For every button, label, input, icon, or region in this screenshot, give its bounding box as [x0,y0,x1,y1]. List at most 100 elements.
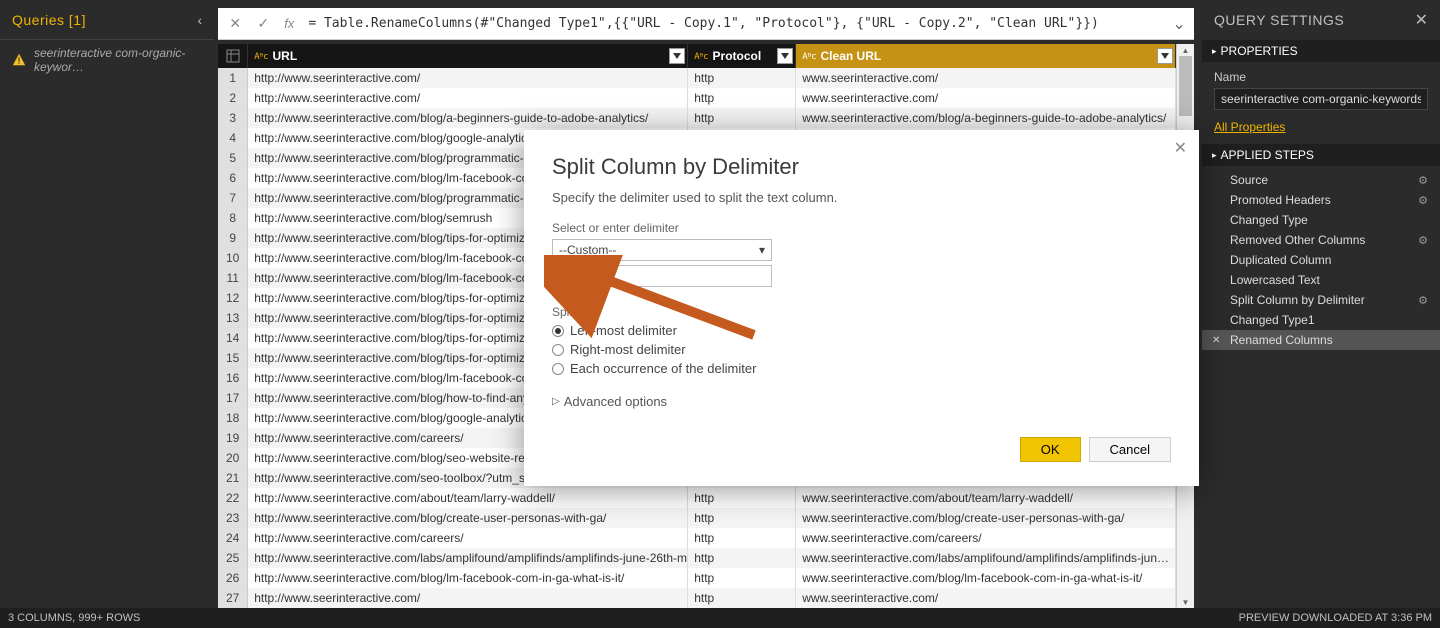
row-number: 13 [218,308,248,328]
applied-step[interactable]: Changed Type1 [1202,310,1440,330]
dialog-subtitle: Specify the delimiter used to split the … [552,190,1171,205]
properties-label: PROPERTIES [1221,44,1298,58]
formula-input[interactable]: = Table.RenameColumns(#"Changed Type1",{… [304,16,1164,31]
cell-url[interactable]: http://www.seerinteractive.com/blog/a-be… [248,108,688,128]
table-row[interactable]: 27http://www.seerinteractive.com/httpwww… [218,588,1176,608]
gear-icon[interactable]: ⚙ [1418,234,1428,247]
cell-url[interactable]: http://www.seerinteractive.com/labs/ampl… [248,548,688,568]
status-bar: 3 COLUMNS, 999+ ROWS PREVIEW DOWNLOADED … [0,608,1440,628]
cancel-formula-icon[interactable]: ✕ [224,13,246,35]
advanced-label: Advanced options [564,394,667,409]
table-row[interactable]: 2http://www.seerinteractive.com/httpwww.… [218,88,1176,108]
filter-dropdown-icon[interactable] [1157,48,1173,64]
table-row[interactable]: 26http://www.seerinteractive.com/blog/lm… [218,568,1176,588]
cell-protocol[interactable]: http [688,508,796,528]
table-row[interactable]: 23http://www.seerinteractive.com/blog/cr… [218,508,1176,528]
close-icon[interactable]: ✕ [1415,10,1428,30]
cell-clean-url[interactable]: www.seerinteractive.com/careers/ [796,528,1176,548]
row-number: 17 [218,388,248,408]
cell-protocol[interactable]: http [688,488,796,508]
applied-step[interactable]: Lowercased Text [1202,270,1440,290]
scroll-down-icon[interactable]: ▼ [1177,596,1194,608]
ok-button[interactable]: OK [1020,437,1081,462]
advanced-options-toggle[interactable]: ▷ Advanced options [552,394,1171,409]
cell-clean-url[interactable]: www.seerinteractive.com/blog/a-beginners… [796,108,1176,128]
gear-icon[interactable]: ⚙ [1418,174,1428,187]
scroll-up-icon[interactable]: ▲ [1177,44,1194,56]
type-text-icon: Aᴯc [694,51,708,62]
step-label: Renamed Columns [1230,333,1333,347]
query-name-input[interactable] [1214,88,1428,110]
query-settings-panel: QUERY SETTINGS ✕ ▸ PROPERTIES Name All P… [1202,0,1440,608]
table-row[interactable]: 24http://www.seerinteractive.com/careers… [218,528,1176,548]
table-row[interactable]: 3http://www.seerinteractive.com/blog/a-b… [218,108,1176,128]
all-properties-link[interactable]: All Properties [1214,120,1285,134]
scroll-thumb[interactable] [1179,56,1192,116]
cell-url[interactable]: http://www.seerinteractive.com/ [248,88,688,108]
cell-url[interactable]: http://www.seerinteractive.com/ [248,68,688,88]
cell-clean-url[interactable]: www.seerinteractive.com/labs/amplifound/… [796,548,1176,568]
cell-url[interactable]: http://www.seerinteractive.com/blog/lm-f… [248,568,688,588]
cell-clean-url[interactable]: www.seerinteractive.com/ [796,588,1176,608]
cell-protocol[interactable]: http [688,528,796,548]
name-label: Name [1214,70,1428,84]
table-row[interactable]: 25http://www.seerinteractive.com/labs/am… [218,548,1176,568]
applied-step[interactable]: Promoted Headers⚙ [1202,190,1440,210]
gear-icon[interactable]: ⚙ [1418,194,1428,207]
cell-url[interactable]: http://www.seerinteractive.com/about/tea… [248,488,688,508]
cell-url[interactable]: http://www.seerinteractive.com/careers/ [248,528,688,548]
applied-step[interactable]: Duplicated Column [1202,250,1440,270]
split-at-option[interactable]: Left-most delimiter [552,323,1171,338]
fx-label[interactable]: fx [280,16,298,31]
dialog-close-icon[interactable]: ✕ [1174,138,1187,158]
row-number: 23 [218,508,248,528]
cell-clean-url[interactable]: www.seerinteractive.com/ [796,68,1176,88]
applied-step[interactable]: Removed Other Columns⚙ [1202,230,1440,250]
column-header-protocol[interactable]: Aᴯc Protocol [688,44,796,68]
query-item[interactable]: seerinteractive com-organic-keywor… [0,40,214,80]
applied-step[interactable]: Split Column by Delimiter⚙ [1202,290,1440,310]
split-at-option[interactable]: Right-most delimiter [552,342,1171,357]
step-label: Duplicated Column [1230,253,1331,267]
table-row[interactable]: 1http://www.seerinteractive.com/httpwww.… [218,68,1176,88]
gear-icon[interactable]: ⚙ [1418,294,1428,307]
cancel-button[interactable]: Cancel [1089,437,1171,462]
column-header-cleanurl[interactable]: Aᴯc Clean URL [796,44,1176,68]
applied-step[interactable]: Source⚙ [1202,170,1440,190]
cell-clean-url[interactable]: www.seerinteractive.com/blog/lm-facebook… [796,568,1176,588]
filter-dropdown-icon[interactable] [777,48,793,64]
applied-step[interactable]: Renamed Columns [1202,330,1440,350]
applied-step[interactable]: Changed Type [1202,210,1440,230]
delimiter-select[interactable]: --Custom-- ▾ [552,239,772,261]
radio-label: Each occurrence of the delimiter [570,361,756,376]
filter-dropdown-icon[interactable] [669,48,685,64]
cell-protocol[interactable]: http [688,548,796,568]
table-row[interactable]: 22http://www.seerinteractive.com/about/t… [218,488,1176,508]
table-corner-icon[interactable] [218,44,248,68]
query-name: seerinteractive com-organic-keywor… [34,46,202,74]
chevron-down-icon: ▾ [759,243,765,257]
cell-clean-url[interactable]: www.seerinteractive.com/ [796,88,1176,108]
cell-url[interactable]: http://www.seerinteractive.com/blog/crea… [248,508,688,528]
cell-clean-url[interactable]: www.seerinteractive.com/blog/create-user… [796,508,1176,528]
column-header-url[interactable]: Aᴯc URL [248,44,688,68]
cell-protocol[interactable]: http [688,588,796,608]
type-text-icon: Aᴯc [802,51,816,62]
cell-url[interactable]: http://www.seerinteractive.com/ [248,588,688,608]
collapse-chevron-icon[interactable]: ‹ [198,12,203,28]
cell-protocol[interactable]: http [688,568,796,588]
cell-protocol[interactable]: http [688,88,796,108]
cell-clean-url[interactable]: www.seerinteractive.com/about/team/larry… [796,488,1176,508]
commit-formula-icon[interactable]: ✓ [252,13,274,35]
split-at-option[interactable]: Each occurrence of the delimiter [552,361,1171,376]
dialog-title: Split Column by Delimiter [552,154,1171,180]
applied-steps-header[interactable]: ▸ APPLIED STEPS [1202,144,1440,166]
custom-delimiter-input[interactable]: ? [552,265,772,287]
properties-section-header[interactable]: ▸ PROPERTIES [1202,40,1440,62]
row-number: 19 [218,428,248,448]
cell-protocol[interactable]: http [688,68,796,88]
cell-protocol[interactable]: http [688,108,796,128]
step-label: Lowercased Text [1230,273,1320,287]
row-number: 2 [218,88,248,108]
formula-dropdown-icon[interactable]: ⌄ [1170,14,1188,34]
